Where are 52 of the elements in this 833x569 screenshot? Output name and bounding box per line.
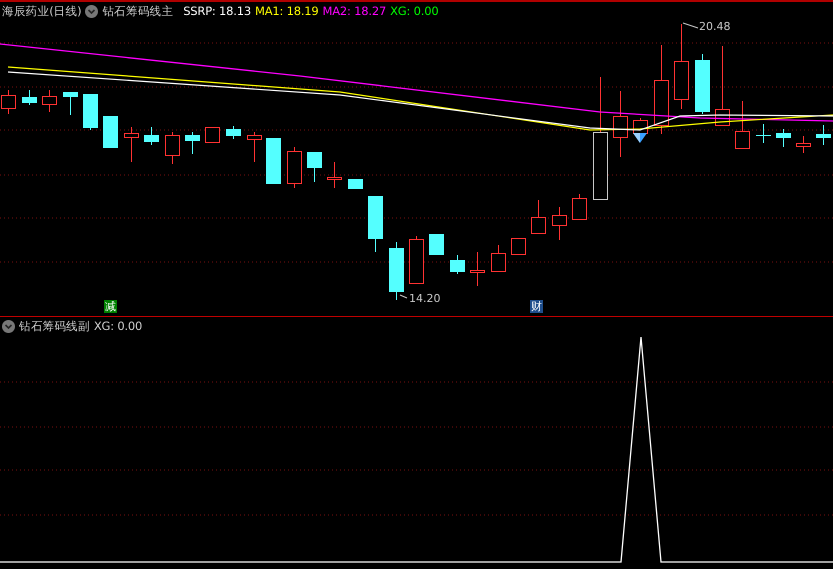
candlestick — [389, 242, 404, 300]
candlestick — [531, 200, 546, 234]
signal-marker: 减 — [104, 300, 117, 313]
candlestick — [756, 124, 771, 144]
stock-name: 海辰药业 — [2, 3, 50, 19]
candlestick — [572, 194, 587, 220]
candlestick — [816, 124, 831, 146]
candlestick — [552, 206, 567, 240]
candlestick — [735, 100, 750, 149]
candlestick — [287, 146, 302, 188]
candlestick — [450, 254, 465, 274]
signal-marker: 财 — [530, 300, 543, 313]
candlestick — [796, 136, 811, 154]
legend-value: SSRP: 18.13 — [183, 3, 251, 19]
candlestick — [409, 236, 424, 284]
candlestick — [42, 90, 57, 112]
price-label: 14.20 — [409, 292, 440, 306]
candlestick — [226, 126, 241, 140]
candlestick — [695, 54, 710, 114]
candlestick — [124, 126, 139, 162]
candlestick — [613, 90, 628, 158]
legend-value: MA2: 18.27 — [322, 3, 386, 19]
legend-value: XG: 0.00 — [390, 3, 438, 19]
candlestick — [1, 90, 16, 114]
collapse-icon[interactable] — [2, 320, 15, 332]
candlestick — [511, 238, 526, 255]
candlestick — [63, 92, 78, 116]
candlestick — [470, 252, 485, 286]
candlestick — [185, 132, 200, 154]
candlestick — [348, 178, 363, 190]
candlestick — [266, 138, 281, 184]
price-label: 20.48 — [699, 20, 730, 34]
candlestick — [165, 132, 180, 164]
collapse-icon[interactable] — [85, 4, 98, 18]
indicator-value: XG: 0.00 — [94, 318, 142, 334]
candlestick — [83, 94, 98, 130]
candlestick — [776, 128, 791, 148]
candlestick — [22, 90, 37, 106]
candlestick — [368, 196, 383, 252]
indicator-name: 钻石筹码线主 — [102, 3, 174, 19]
candlestick — [103, 116, 118, 148]
indicator-name: 钻石筹码线副 — [19, 318, 90, 334]
candlestick — [327, 162, 342, 188]
legend-value: MA1: 18.19 — [254, 3, 319, 19]
candlestick — [247, 132, 262, 162]
candlestick — [144, 126, 159, 146]
diamond-icon — [633, 133, 647, 143]
candlestick — [491, 244, 506, 272]
candlestick — [205, 126, 220, 143]
candlestick — [307, 152, 322, 182]
period-label: (日线) — [49, 3, 82, 19]
candlestick — [429, 234, 444, 256]
